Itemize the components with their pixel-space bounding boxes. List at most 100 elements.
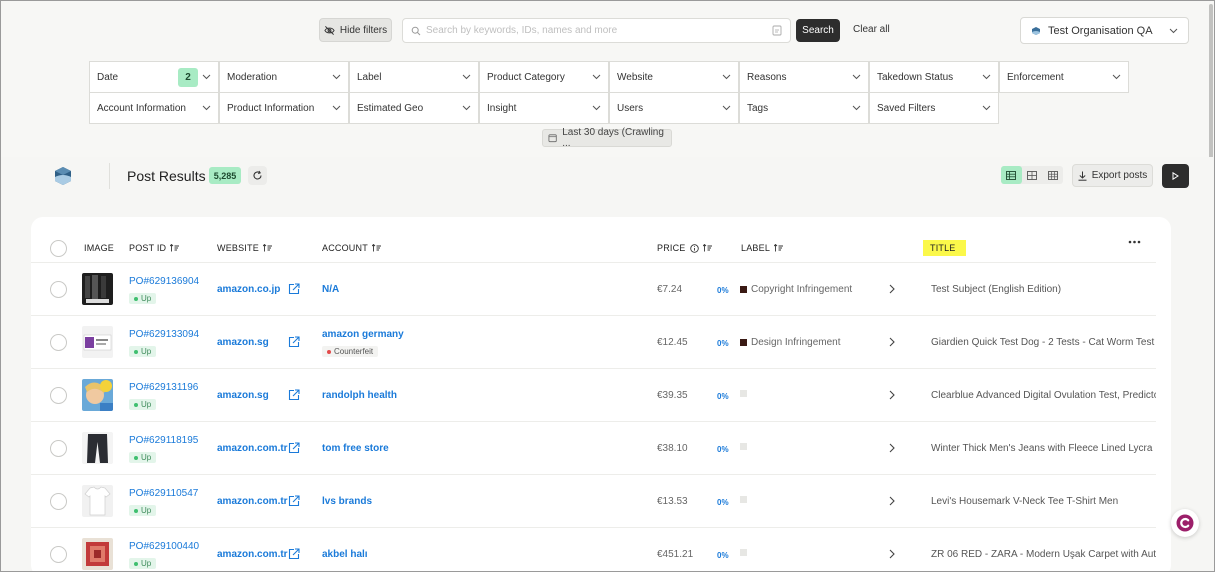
website-link[interactable]: amazon.sg — [217, 337, 269, 348]
external-link-icon[interactable] — [288, 389, 300, 401]
row-checkbox[interactable] — [50, 546, 67, 563]
post-id-link[interactable]: PO#629131196 — [129, 382, 198, 393]
filter-insight[interactable]: Insight — [479, 92, 609, 124]
row-checkbox[interactable] — [50, 387, 67, 404]
post-id-link[interactable]: PO#629118195 — [129, 435, 198, 446]
post-id-link[interactable]: PO#629100440 — [129, 541, 199, 552]
dense-grid-view-icon[interactable] — [1042, 166, 1063, 184]
row-checkbox[interactable] — [50, 281, 67, 298]
website-link[interactable]: amazon.co.jp — [217, 284, 280, 295]
active-date-chip[interactable]: Last 30 days (Crawling ... — [542, 127, 672, 149]
table-row[interactable]: PO#629100440 Up amazon.com.tr akbel halı… — [31, 527, 1156, 571]
external-link-icon[interactable] — [288, 495, 300, 507]
page-title: Post Results — [127, 168, 206, 184]
info-icon[interactable] — [689, 243, 699, 253]
account-link[interactable]: randolph health — [322, 390, 397, 401]
website-link[interactable]: amazon.sg — [217, 390, 269, 401]
chat-launcher-button[interactable] — [1171, 509, 1199, 537]
image-search-icon[interactable] — [772, 25, 782, 36]
account-link[interactable]: tom free store — [322, 443, 389, 454]
grid-view-icon[interactable] — [1022, 166, 1043, 184]
table-view-icon[interactable] — [1001, 166, 1022, 184]
table-row[interactable]: PO#629133094 Up amazon.sg amazon germany… — [31, 315, 1156, 368]
filter-estimated-geo[interactable]: Estimated Geo — [349, 92, 479, 124]
sort-icon[interactable] — [774, 244, 784, 252]
filter-label[interactable]: Label — [349, 61, 479, 93]
account-link[interactable]: lvs brands — [322, 496, 372, 507]
column-label: TITLE — [923, 240, 966, 256]
export-posts-button[interactable]: Export posts — [1072, 164, 1153, 187]
chevron-right-icon[interactable] — [889, 390, 895, 400]
column-account[interactable]: ACCOUNT — [322, 243, 381, 253]
account-link[interactable]: akbel halı — [322, 549, 368, 560]
column-label: WEBSITE — [217, 243, 259, 253]
account-link[interactable]: N/A — [322, 284, 339, 295]
column-website[interactable]: WEBSITE — [217, 243, 272, 253]
search-button[interactable]: Search — [796, 19, 840, 42]
external-link-icon[interactable] — [288, 548, 300, 560]
filter-enforcement[interactable]: Enforcement — [999, 61, 1129, 93]
filter-label: Estimated Geo — [357, 102, 424, 114]
select-all-checkbox[interactable] — [50, 240, 67, 257]
column-price[interactable]: PRICE — [657, 243, 712, 253]
search-input[interactable] — [426, 25, 772, 36]
post-id-link[interactable]: PO#629136904 — [129, 276, 199, 287]
filter-reasons[interactable]: Reasons — [739, 61, 869, 93]
row-checkbox[interactable] — [50, 493, 67, 510]
sort-icon[interactable] — [170, 244, 180, 252]
chevron-right-icon[interactable] — [889, 549, 895, 559]
sort-icon[interactable] — [702, 244, 712, 252]
website-link[interactable]: amazon.com.tr — [217, 443, 288, 454]
more-options-icon[interactable] — [1128, 240, 1141, 244]
sort-icon[interactable] — [371, 244, 381, 252]
column-label-header[interactable]: LABEL — [741, 243, 784, 253]
filter-tags[interactable]: Tags — [739, 92, 869, 124]
chevron-right-icon[interactable] — [889, 284, 895, 294]
price-value: €451.21 — [657, 549, 694, 560]
play-button[interactable] — [1162, 164, 1189, 188]
filter-account-information[interactable]: Account Information — [89, 92, 219, 124]
website-link[interactable]: amazon.com.tr — [217, 496, 288, 507]
chevron-right-icon[interactable] — [889, 443, 895, 453]
row-checkbox[interactable] — [50, 440, 67, 457]
app-frame: Hide filters Search Clear all Test Organ… — [0, 0, 1215, 572]
filter-takedown-status[interactable]: Takedown Status — [869, 61, 999, 93]
chevron-right-icon[interactable] — [889, 496, 895, 506]
view-toggle[interactable] — [1001, 166, 1063, 184]
account-link[interactable]: amazon germany — [322, 329, 404, 340]
hide-filters-button[interactable]: Hide filters — [319, 18, 392, 42]
filter-product-category[interactable]: Product Category — [479, 61, 609, 93]
filter-moderation[interactable]: Moderation — [219, 61, 349, 93]
table-row[interactable]: PO#629110547 Up amazon.com.tr lvs brands… — [31, 474, 1156, 527]
external-link-icon[interactable] — [288, 283, 300, 295]
column-post-id[interactable]: POST ID — [129, 243, 180, 253]
table-row[interactable]: PO#629136904 Up amazon.co.jp N/A €7.24 0… — [31, 262, 1156, 315]
account-tag-label: Counterfeit — [334, 347, 374, 356]
post-id-link[interactable]: PO#629133094 — [129, 329, 199, 340]
chevron-right-icon[interactable] — [889, 337, 895, 347]
filter-users[interactable]: Users — [609, 92, 739, 124]
results-table: IMAGE POST ID WEBSITE ACCOUNT PRICE LABE… — [31, 217, 1171, 571]
filter-website[interactable]: Website — [609, 61, 739, 93]
filter-label: Label — [357, 71, 382, 83]
post-id-link[interactable]: PO#629110547 — [129, 488, 198, 499]
brand-logo-icon — [55, 167, 71, 185]
website-link[interactable]: amazon.com.tr — [217, 549, 288, 560]
filter-product-information[interactable]: Product Information — [219, 92, 349, 124]
external-link-icon[interactable] — [288, 336, 300, 348]
search-box[interactable] — [402, 18, 791, 43]
refresh-button[interactable] — [248, 166, 267, 185]
table-row[interactable]: PO#629131196 Up amazon.sg randolph healt… — [31, 368, 1156, 421]
row-checkbox[interactable] — [50, 334, 67, 351]
hide-filters-label: Hide filters — [339, 24, 388, 36]
column-title[interactable]: TITLE — [923, 240, 966, 256]
table-row[interactable]: PO#629118195 Up amazon.com.tr tom free s… — [31, 421, 1156, 474]
price-percent: 0% — [717, 551, 729, 560]
external-link-icon[interactable] — [288, 442, 300, 454]
clear-all-button[interactable]: Clear all — [853, 24, 890, 35]
sort-icon[interactable] — [262, 244, 272, 252]
filter-date[interactable]: Date 2 — [89, 61, 219, 93]
filter-saved-filters[interactable]: Saved Filters — [869, 92, 999, 124]
organisation-select[interactable]: Test Organisation QA — [1020, 17, 1189, 44]
product-image — [82, 379, 113, 411]
